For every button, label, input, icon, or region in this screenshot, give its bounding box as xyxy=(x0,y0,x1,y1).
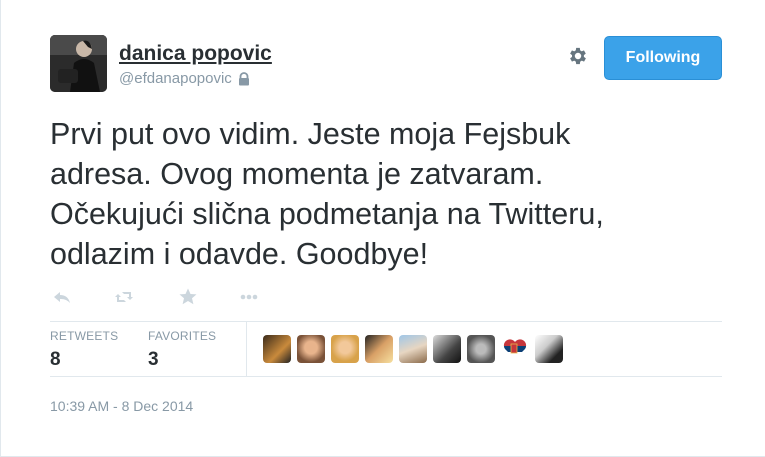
tweet-card: danica popovic @efdanapopovic Following … xyxy=(0,0,765,457)
favorites-count: 3 xyxy=(148,349,159,370)
tweet-line: Očekujući slična podmetanja na Twitteru, xyxy=(50,197,604,231)
avatar[interactable] xyxy=(50,35,107,92)
heart-flag-icon xyxy=(501,335,529,363)
favorite-icon[interactable] xyxy=(176,285,200,309)
favoriter-avatar-5[interactable] xyxy=(399,335,427,363)
favoriter-avatar-3[interactable] xyxy=(331,335,359,363)
stats-divider xyxy=(246,322,247,377)
favoriter-avatars xyxy=(263,335,563,363)
handle-row: @efdanapopovic xyxy=(119,70,251,87)
display-name[interactable]: danica popovic xyxy=(119,42,272,66)
more-icon[interactable] xyxy=(237,285,261,309)
reply-icon[interactable] xyxy=(50,285,74,309)
tweet-line: odlazim i odavde. Goodbye! xyxy=(50,237,429,271)
retweet-icon[interactable] xyxy=(112,285,136,309)
divider xyxy=(50,376,722,377)
favorites-stat[interactable]: FAVORITES 3 xyxy=(148,329,216,371)
tweet-text: Prvi put ovo vidim. Jeste moja Fejsbuk a… xyxy=(50,114,690,274)
tweet-line: Prvi put ovo vidim. Jeste moja Fejsbuk xyxy=(50,117,571,151)
favoriter-avatar-8[interactable] xyxy=(501,335,529,363)
favoriter-avatar-1[interactable] xyxy=(263,335,291,363)
tweet-line: adresa. Ovog momenta je zatvaram. xyxy=(50,157,544,191)
favoriter-avatar-9[interactable] xyxy=(535,335,563,363)
gear-icon[interactable] xyxy=(567,45,589,67)
lock-icon xyxy=(238,71,249,85)
tweet-timestamp[interactable]: 10:39 AM - 8 Dec 2014 xyxy=(50,398,193,414)
divider xyxy=(50,321,722,322)
following-button[interactable]: Following xyxy=(604,36,722,80)
username[interactable]: @efdanapopovic xyxy=(119,70,232,87)
favoriter-avatar-6[interactable] xyxy=(433,335,461,363)
avatar-image xyxy=(50,35,107,92)
favoriter-avatar-2[interactable] xyxy=(297,335,325,363)
favorites-label: FAVORITES xyxy=(148,329,217,343)
retweets-count: 8 xyxy=(50,349,61,370)
retweets-label: RETWEETS xyxy=(50,329,119,343)
retweets-stat[interactable]: RETWEETS 8 xyxy=(50,329,118,371)
favoriter-avatar-7[interactable] xyxy=(467,335,495,363)
favoriter-avatar-4[interactable] xyxy=(365,335,393,363)
